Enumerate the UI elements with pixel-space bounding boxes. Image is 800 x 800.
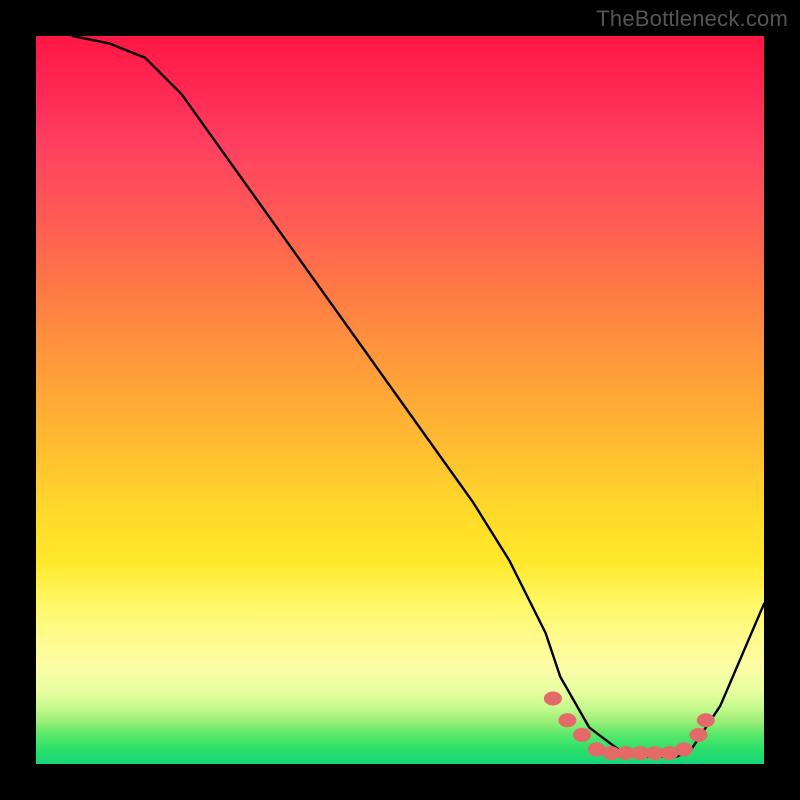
marker-dot	[558, 713, 576, 727]
marker-dot	[631, 746, 649, 760]
chart-plot-area	[36, 36, 764, 764]
marker-dot	[646, 746, 664, 760]
marker-dot	[660, 746, 678, 760]
marker-dot	[617, 746, 635, 760]
marker-group	[544, 692, 715, 761]
watermark-text: TheBottleneck.com	[596, 6, 788, 32]
marker-dot	[675, 742, 693, 756]
marker-dot	[544, 692, 562, 706]
marker-dot	[602, 746, 620, 760]
marker-dot	[588, 742, 606, 756]
marker-dot	[690, 728, 708, 742]
chart-svg	[36, 36, 764, 764]
marker-dot	[697, 713, 715, 727]
marker-dot	[573, 728, 591, 742]
bottleneck-curve	[72, 36, 764, 757]
